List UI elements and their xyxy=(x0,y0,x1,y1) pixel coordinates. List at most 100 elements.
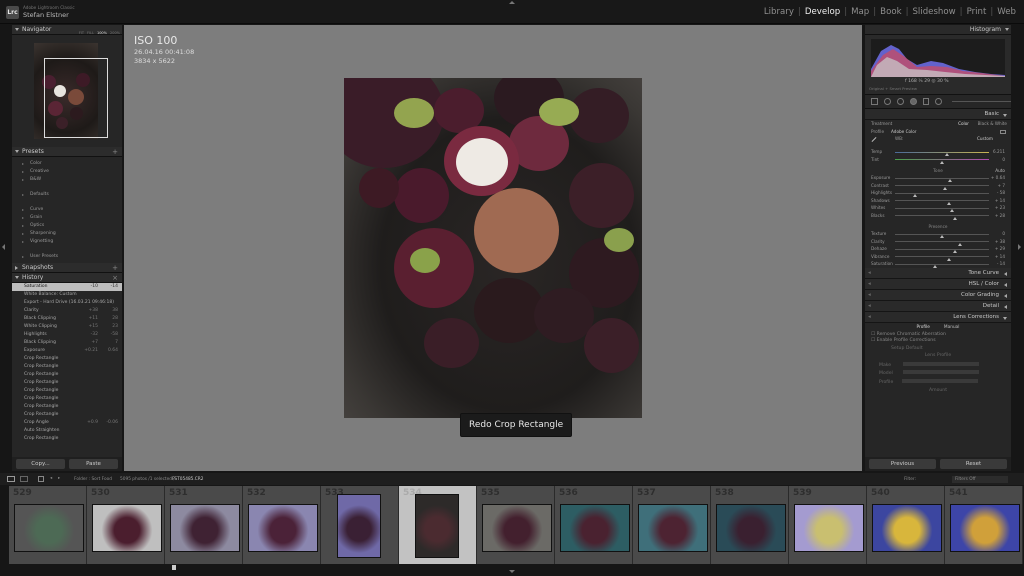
slider-value[interactable]: - 14 xyxy=(997,260,1005,268)
history-item[interactable]: Black Clipping +11 28 xyxy=(12,315,122,323)
slider-value[interactable]: 0 xyxy=(1002,230,1005,238)
top-panel-toggle-icon[interactable] xyxy=(509,1,515,4)
module-develop[interactable]: Develop xyxy=(805,7,840,17)
clear-history-icon[interactable]: × xyxy=(112,273,118,283)
preset-group[interactable]: Optics xyxy=(12,222,122,230)
image-view[interactable]: ISO 100 26.04.16 00:41:08 3834 x 5622 Re… xyxy=(124,25,862,471)
section-toggle-icon[interactable]: ◂ xyxy=(868,268,871,279)
add-preset-icon[interactable]: + xyxy=(112,147,118,157)
slider-value[interactable]: + 28 xyxy=(995,212,1005,220)
filmstrip-thumbnail[interactable]: 535 xyxy=(477,486,555,564)
color-option[interactable]: Color xyxy=(958,120,969,128)
slider-track[interactable] xyxy=(895,233,989,238)
filmstrip-thumbnail[interactable]: 541 xyxy=(945,486,1023,564)
slider-track[interactable] xyxy=(895,200,989,205)
module-library[interactable]: Library xyxy=(764,7,794,17)
prev-arrow-icon[interactable]: ◂ xyxy=(50,476,52,481)
lens-profile-select[interactable] xyxy=(902,379,979,384)
radial-filter-icon[interactable] xyxy=(935,98,943,105)
main-photo[interactable] xyxy=(344,78,642,418)
section-toggle-icon[interactable]: ◂ xyxy=(868,279,871,290)
zoom-option[interactable]: FIT xyxy=(79,28,84,38)
filter-select[interactable]: Filters Off xyxy=(952,476,1008,483)
slider-track[interactable] xyxy=(895,215,989,220)
remove-ca-checkbox[interactable]: ☐ Remove Chromatic Aberration xyxy=(871,332,1005,338)
module-slideshow[interactable]: Slideshow xyxy=(912,7,955,17)
history-item[interactable]: Crop Rectangle xyxy=(12,379,122,387)
section-detail[interactable]: ◂ Detail xyxy=(865,300,1011,312)
bw-option[interactable]: Black & White xyxy=(978,120,1007,128)
setup-select[interactable]: Default xyxy=(906,346,923,351)
section-toggle-icon[interactable]: ◂ xyxy=(868,301,871,312)
grid-icon[interactable] xyxy=(38,476,44,482)
preset-group[interactable]: Sharpening xyxy=(12,230,122,238)
auto-button[interactable]: Auto xyxy=(995,167,1005,174)
slider-track[interactable] xyxy=(895,177,989,182)
section-hsl-color[interactable]: ◂ HSL / Color xyxy=(865,278,1011,290)
history-item[interactable]: Exposure +0.21 0.64 xyxy=(12,347,122,355)
history-item[interactable]: Highlights -32 -58 xyxy=(12,331,122,339)
navigator-header[interactable]: Navigator FIT FILL 100% 200% xyxy=(12,25,122,35)
copy-button[interactable]: Copy... xyxy=(16,459,65,469)
module-web[interactable]: Web xyxy=(997,7,1016,17)
preset-group[interactable]: Color xyxy=(12,160,122,168)
history-item[interactable]: Crop Angle +0.9 -0.06 xyxy=(12,419,122,427)
slider-track[interactable] xyxy=(895,185,989,190)
wb-select[interactable]: Custom xyxy=(977,135,993,143)
screen-1-icon[interactable] xyxy=(7,476,15,482)
history-item[interactable]: White Clipping +15 23 xyxy=(12,323,122,331)
crop-tool-icon[interactable] xyxy=(871,98,878,105)
slider-track[interactable] xyxy=(895,263,989,268)
module-map[interactable]: Map xyxy=(851,7,869,17)
history-item[interactable]: Crop Rectangle xyxy=(12,371,122,379)
preset-group[interactable]: Grain xyxy=(12,214,122,222)
filmstrip-thumbnail[interactable]: 533 xyxy=(321,486,399,564)
red-eye-icon[interactable] xyxy=(896,98,904,105)
slider-track[interactable] xyxy=(895,159,989,164)
section-lens-corrections[interactable]: ◂ Lens Corrections xyxy=(865,311,1011,323)
zoom-option[interactable]: 200% xyxy=(110,28,120,38)
slider-track[interactable] xyxy=(895,192,989,197)
history-item[interactable]: Export - Hard Drive (16.03.21 09:46:18) xyxy=(12,299,122,307)
bottom-panel-toggle-icon[interactable] xyxy=(509,570,515,573)
slider-track[interactable] xyxy=(895,241,989,246)
history-header[interactable]: History × xyxy=(12,273,122,283)
slider-value[interactable]: + 0.64 xyxy=(991,174,1005,182)
enable-profile-checkbox[interactable]: ☐ Enable Profile Corrections xyxy=(871,338,1005,344)
slider-value[interactable]: + 38 xyxy=(995,238,1005,246)
slider-track[interactable] xyxy=(895,248,989,253)
selected-file[interactable]: FST05485.CR2 xyxy=(172,477,204,482)
slider-knob[interactable] xyxy=(953,216,958,220)
slider-value[interactable]: + 14 xyxy=(995,197,1005,205)
reset-button[interactable]: Reset xyxy=(940,459,1007,469)
model-select[interactable] xyxy=(902,370,979,375)
previous-button[interactable]: Previous xyxy=(869,459,936,469)
filmstrip-scrollbar[interactable] xyxy=(172,565,176,570)
make-select[interactable] xyxy=(903,361,980,366)
filmstrip-thumbnail[interactable]: 530 xyxy=(87,486,165,564)
history-item[interactable]: Clarity +38 38 xyxy=(12,307,122,315)
spot-removal-icon[interactable] xyxy=(883,98,891,105)
slider-value[interactable]: 0 xyxy=(1002,156,1005,164)
slider-track[interactable] xyxy=(895,256,989,261)
preset-group[interactable]: User Presets xyxy=(12,253,122,261)
section-toggle-icon[interactable]: ◂ xyxy=(868,290,871,301)
history-item[interactable]: White Balance: Custom xyxy=(12,291,122,299)
basic-header[interactable]: Basic xyxy=(865,109,1011,120)
filmstrip-thumbnail[interactable]: 537 xyxy=(633,486,711,564)
paste-button[interactable]: Paste xyxy=(69,459,118,469)
filmstrip-thumbnail[interactable]: 529 xyxy=(9,486,87,564)
brush-size-slider[interactable] xyxy=(952,101,1012,102)
filmstrip-thumbnail[interactable]: 534 xyxy=(399,486,477,564)
preset-group[interactable]: B&W xyxy=(12,176,122,184)
masking-icon[interactable] xyxy=(909,98,917,105)
preset-group[interactable]: Defaults xyxy=(12,191,122,199)
lens-tab-manual[interactable]: Manual xyxy=(944,325,960,330)
screen-2-icon[interactable] xyxy=(20,476,28,482)
lens-tab-profile[interactable]: Profile xyxy=(917,325,930,330)
graduated-filter-icon[interactable] xyxy=(922,98,930,105)
slider-knob[interactable] xyxy=(940,160,944,164)
section-toggle-icon[interactable]: ◂ xyxy=(868,312,871,323)
folder-source[interactable]: Folder : Sort Food xyxy=(74,477,112,482)
presets-header[interactable]: Presets + xyxy=(12,147,122,157)
